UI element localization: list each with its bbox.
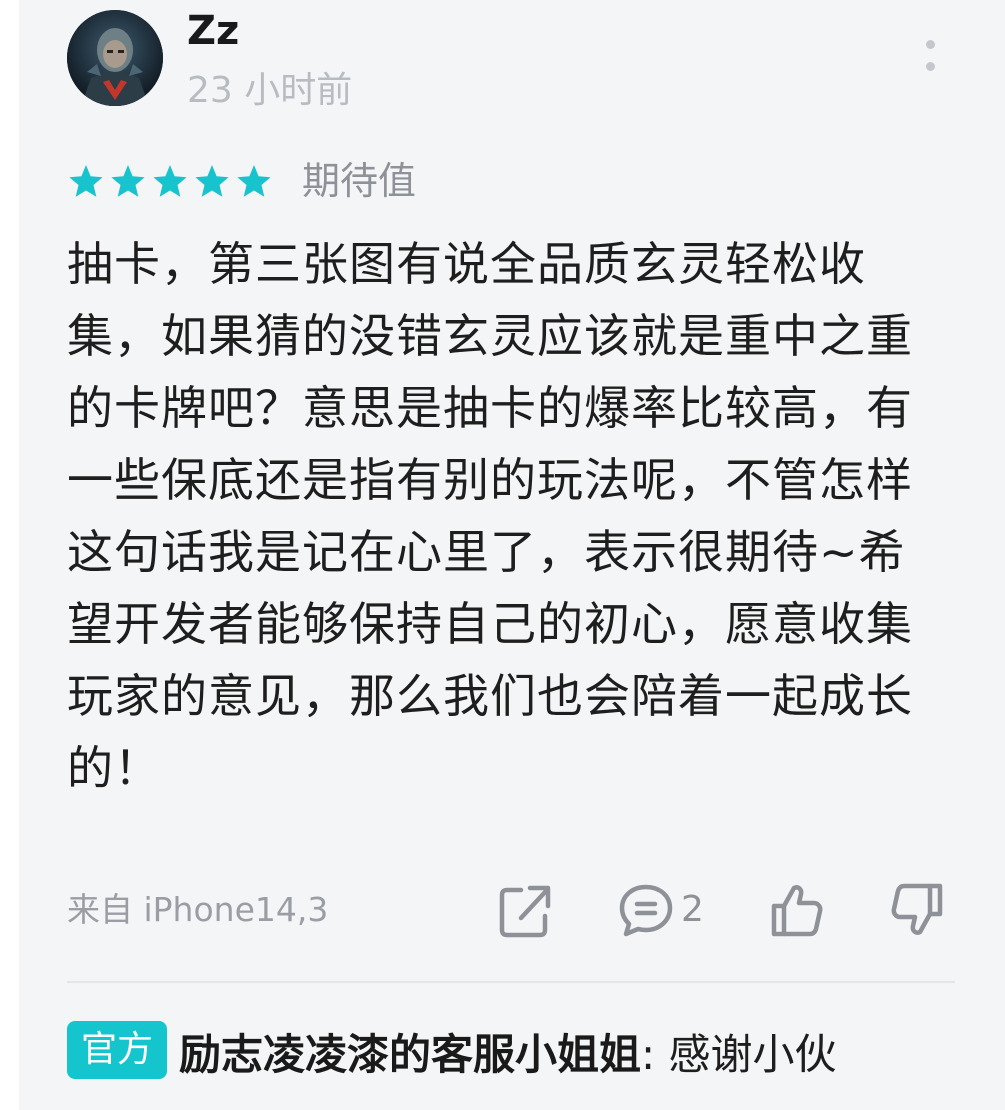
- share-button[interactable]: [497, 880, 553, 940]
- star-icon: [69, 165, 103, 197]
- comment-button[interactable]: [617, 880, 675, 940]
- star-icon: [153, 165, 187, 197]
- star-icon: [111, 165, 145, 197]
- comment-count: 2: [681, 889, 704, 930]
- reply-author[interactable]: 励志凌凌漆的客服小姐姐: [179, 1030, 641, 1079]
- device-source: 来自 iPhone14,3: [67, 890, 329, 929]
- reply-separator: :: [641, 1030, 656, 1079]
- divider: [67, 981, 955, 983]
- rating-label: 期待值: [302, 159, 417, 203]
- share-icon: [499, 885, 551, 938]
- thumbs-up-icon: [771, 885, 823, 937]
- reply-text: 感谢小伙: [655, 1030, 837, 1079]
- review-card: Zz 23 小时前 期待值 抽卡，第三张图有说全品质玄灵轻松收集，如果猜的没错玄…: [19, 0, 1005, 1110]
- username[interactable]: Zz: [187, 6, 239, 56]
- more-vertical-icon[interactable]: [915, 36, 945, 80]
- review-body: 抽卡，第三张图有说全品质玄灵轻松收集，如果猜的没错玄灵应该就是重中之重的卡牌吧？…: [67, 237, 913, 795]
- like-button[interactable]: [769, 880, 825, 940]
- official-reply[interactable]: 官方 励志凌凌漆的客服小姐姐: 感谢小伙: [67, 1018, 967, 1092]
- timestamp: 23 小时前: [187, 70, 353, 111]
- user-avatar[interactable]: [67, 10, 163, 106]
- official-badge: 官方: [67, 1021, 168, 1079]
- thumbs-down-icon: [891, 883, 943, 935]
- comment-icon: [619, 884, 673, 937]
- dislike-button[interactable]: [889, 880, 945, 940]
- rating-stars: [65, 161, 275, 201]
- star-icon: [237, 165, 271, 197]
- star-icon: [195, 165, 229, 197]
